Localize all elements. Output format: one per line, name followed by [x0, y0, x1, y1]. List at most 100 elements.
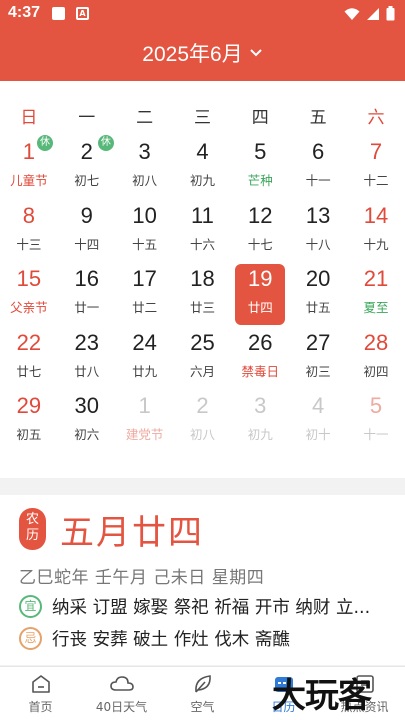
weekday-header: 日 一 二 三 四 五 六: [0, 103, 405, 128]
holiday-rest-badge: 休: [97, 135, 114, 151]
home-icon: [31, 675, 50, 693]
calendar-day[interactable]: 15 父亲节: [0, 262, 58, 326]
lunar-day-label: 廿五: [305, 300, 331, 315]
day-number: 21: [363, 266, 389, 291]
calendar-day[interactable]: 22 廿七: [0, 326, 58, 390]
calendar-day[interactable]: 18 廿三: [174, 262, 232, 326]
calendar-day[interactable]: 1 儿童节休: [0, 135, 58, 199]
calendar-day[interactable]: 17 廿二: [116, 262, 174, 326]
lunar-day-label: 十一: [305, 173, 331, 188]
seal-char-1: 农: [25, 512, 39, 527]
day-number: 3: [138, 139, 151, 164]
nav-home-label: 首页: [28, 700, 53, 714]
day-number: 6: [312, 139, 325, 164]
month-selector[interactable]: 2025年6月: [0, 38, 405, 68]
calendar-day[interactable]: 27 初三: [289, 326, 347, 390]
calendar-day[interactable]: 25 六月: [174, 326, 232, 390]
site-watermark: 大玩客: [272, 668, 400, 716]
lunar-day-label: 父亲节: [10, 300, 48, 315]
lunar-day-label: 初九: [247, 427, 273, 442]
day-number: 15: [16, 266, 42, 291]
calendar-day[interactable]: 12 十七: [231, 199, 289, 263]
calendar-day[interactable]: 7 十二: [347, 135, 405, 199]
lunar-day-label: 初七: [74, 173, 100, 188]
inauspicious-row: 忌 行丧 安葬 破土 作灶 伐木 斋醮: [19, 626, 399, 651]
nav-air[interactable]: 空气: [162, 667, 243, 720]
calendar-day[interactable]: 21 夏至: [347, 262, 405, 326]
calendar-week-row: 22 廿七 23 廿八 24 廿九 25 六月 26 禁毒日 27 初三 28 初四: [0, 326, 405, 390]
calendar-day[interactable]: 23 廿八: [58, 326, 116, 390]
lunar-day-label: 十九: [363, 236, 389, 252]
auspicious-activities: 纳采 订盟 嫁娶 祭祀 祈福 开市 纳财 立...: [52, 598, 371, 618]
day-number: 24: [132, 329, 157, 355]
lunar-info-card[interactable]: 农 历 五月廿四 乙巳蛇年 壬午月 己未日 星期四 宜 纳采 订盟 嫁娶 祭祀 …: [0, 495, 405, 665]
calendar-day[interactable]: 5 十一: [347, 389, 405, 453]
lunar-day-label: 六月: [189, 363, 215, 379]
lunar-day-label: 初八: [132, 173, 158, 188]
calendar-day[interactable]: 5 芒种: [231, 135, 289, 199]
nav-40day-weather[interactable]: 40日天气: [81, 667, 162, 720]
ji-badge: 忌: [19, 627, 42, 650]
calendar-day[interactable]: 1 建党节: [116, 389, 174, 453]
calendar-day-today[interactable]: 19 廿四: [231, 262, 289, 326]
calendar-day[interactable]: 30 初六: [58, 389, 116, 453]
calendar-day[interactable]: 16 廿一: [58, 262, 116, 326]
status-icons: [344, 6, 395, 21]
calendar-week-row: 1 儿童节休 2 初七休 3 初八 4 初九 5 芒种 6 十一 7 十二: [0, 135, 405, 199]
lunar-day-label: 初五: [16, 427, 42, 442]
calendar-day[interactable]: 2 初八: [174, 389, 232, 453]
lunar-day-label: 夏至: [363, 300, 389, 315]
calendar-day[interactable]: 20 廿五: [289, 262, 347, 326]
calendar-week-row: 15 父亲节 16 廿一 17 廿二 18 廿三 19 廿四 20 廿五 21 夏至: [0, 262, 405, 326]
ganzhi-text: 乙巳蛇年 壬午月 己未日 星期四: [19, 568, 265, 588]
day-number: 13: [305, 202, 331, 228]
day-number: 25: [190, 329, 215, 355]
lunar-day-label: 儿童节: [10, 173, 48, 188]
calendar-day[interactable]: 13 十八: [289, 199, 347, 263]
day-number: 10: [132, 202, 157, 228]
day-number: 2: [196, 393, 209, 418]
lunar-day-label: 廿八: [74, 363, 100, 379]
notification-a-icon: A: [76, 7, 89, 20]
lunar-day-label: 芒种: [247, 173, 273, 188]
nav-home[interactable]: 首页: [0, 667, 81, 720]
day-number: 4: [196, 139, 209, 164]
lunar-day-label: 十七: [247, 236, 273, 252]
holiday-rest-badge: 休: [37, 135, 53, 151]
chevron-down-icon: [249, 49, 262, 57]
calendar-day[interactable]: 14 十九: [347, 199, 405, 263]
calendar-day[interactable]: 6 十一: [289, 135, 347, 199]
calendar-day[interactable]: 9 十四: [58, 199, 116, 263]
lunar-day-label: 十三: [16, 236, 42, 252]
lunar-day-label: 禁毒日: [241, 363, 280, 379]
day-number: 8: [22, 202, 36, 228]
calendar-day[interactable]: 4 初十: [289, 389, 347, 453]
lunar-day-label: 廿一: [74, 300, 100, 315]
wifi-icon: [344, 7, 360, 20]
calendar-day[interactable]: 4 初九: [174, 135, 232, 199]
calendar-day[interactable]: 8 十三: [0, 199, 58, 263]
calendar-day[interactable]: 29 初五: [0, 389, 58, 453]
lunar-day-label: 初九: [189, 173, 215, 188]
day-number: 4: [312, 393, 325, 418]
calendar-grid: 1 儿童节 休 2 初七 休 3 初八 4 初九 5 芒种 6 十一 7 十二 8 十三 9 十四 10 十五 11 十六 12…: [0, 135, 405, 453]
calendar-day[interactable]: 26 禁毒日: [231, 326, 289, 390]
lunar-day-label: 廿四: [247, 300, 273, 315]
day-number: 12: [248, 202, 273, 228]
lunar-day-label: 廿三: [189, 300, 215, 315]
lunar-day-label: 初六: [74, 427, 100, 442]
day-number: 11: [191, 202, 214, 228]
calendar-day[interactable]: 3 初八: [116, 135, 174, 199]
calendar-day[interactable]: 28 初四: [347, 326, 405, 390]
notification-square-icon: [52, 7, 65, 20]
calendar-day[interactable]: 3 初九: [231, 389, 289, 453]
calendar-day[interactable]: 11 十六: [174, 199, 232, 263]
day-number: 9: [80, 202, 93, 228]
calendar-day[interactable]: 2 初七休: [58, 135, 116, 199]
calendar-day[interactable]: 24 廿九: [116, 326, 174, 390]
day-number: 30: [74, 393, 99, 418]
status-bar: 4:37 A: [0, 0, 405, 28]
lunar-day-label: 十二: [363, 173, 389, 188]
calendar-day[interactable]: 10 十五: [116, 199, 174, 263]
weekday-mon: 一: [78, 108, 96, 128]
